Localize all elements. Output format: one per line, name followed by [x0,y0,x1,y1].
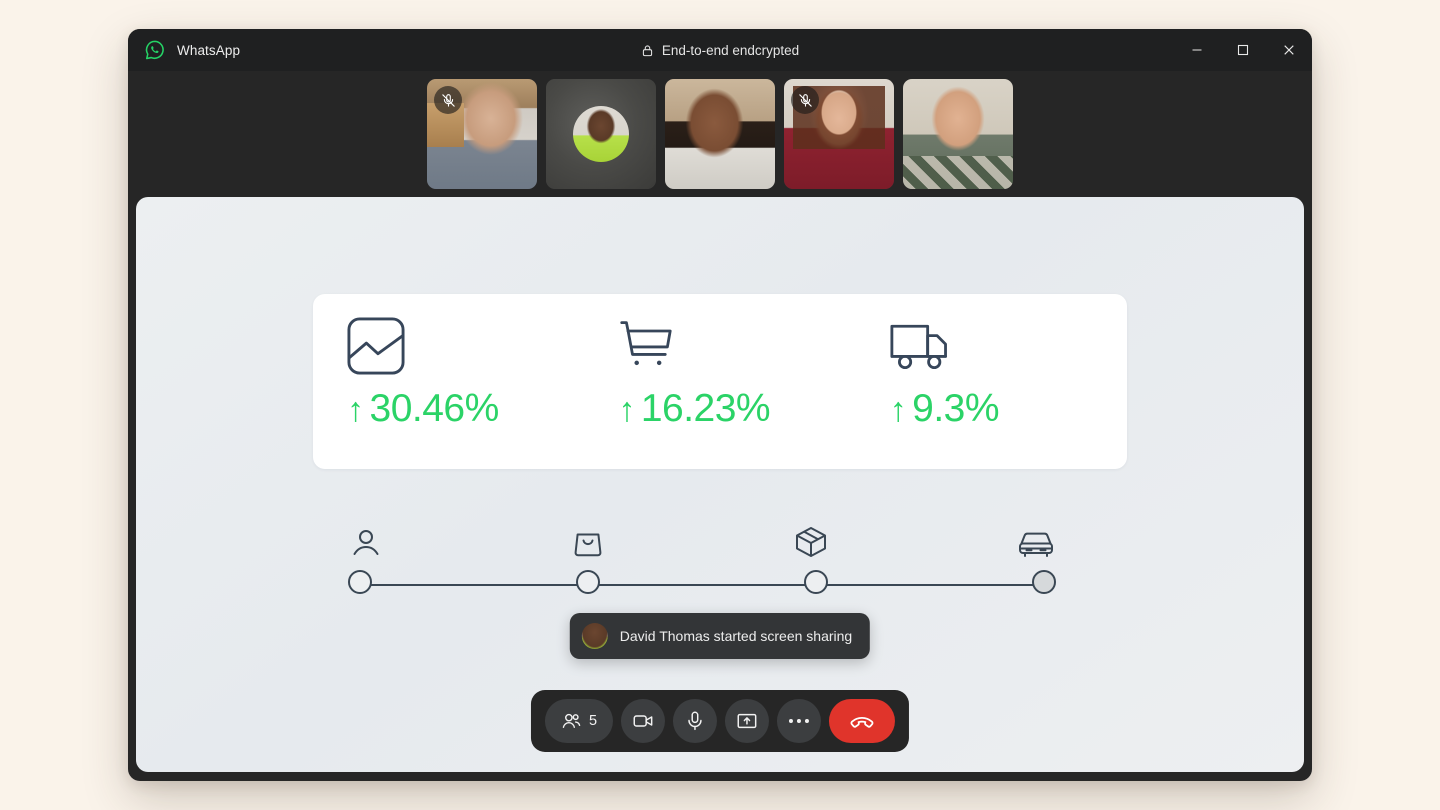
participant-thumbnail[interactable] [903,79,1013,189]
stats-card: ↑ 30.46% ↑ 16.23% ↑ 9.3% [313,294,1127,469]
timeline-step-dot[interactable] [1032,570,1056,594]
car-front-icon [1018,529,1054,559]
screen-share-button[interactable] [725,699,770,743]
mic-off-icon [434,86,462,114]
participant-thumbnail[interactable] [784,79,894,189]
people-icon [561,711,582,732]
participant-thumbnail-strip [128,71,1312,197]
maximize-button[interactable] [1220,29,1266,71]
camera-toggle-button[interactable] [621,699,666,743]
trend-up-arrow-icon: ↑ [347,391,364,429]
timeline-dots [348,570,1056,594]
participant-thumbnail[interactable] [427,79,537,189]
shopping-bag-icon [572,527,604,559]
minimize-icon [1191,44,1203,56]
whatsapp-call-window: WhatsApp End-to-end endcrypted ↑ 30.46% … [128,29,1312,781]
more-horizontal-icon [789,719,810,723]
participant-thumbnail[interactable] [665,79,775,189]
titlebar: WhatsApp End-to-end endcrypted [128,29,1312,71]
more-options-button[interactable] [777,699,822,743]
participant-thumbnail[interactable] [546,79,656,189]
stat-item: ↑ 9.3% [856,294,1127,469]
lock-icon [641,44,654,57]
shopping-cart-icon [618,317,855,379]
maximize-icon [1237,44,1249,56]
stat-value: ↑ 30.46% [347,387,499,430]
timeline-icons [348,515,1056,559]
participant-video [665,79,775,189]
end-call-button[interactable] [829,699,896,743]
stat-item: ↑ 30.46% [313,294,584,469]
avatar [581,623,608,649]
user-icon [350,527,382,559]
stat-item: ↑ 16.23% [584,294,855,469]
encryption-label: End-to-end endcrypted [661,42,800,58]
timeline-step-dot[interactable] [576,570,600,594]
microphone-icon [684,710,706,732]
close-button[interactable] [1266,29,1312,71]
mic-off-icon [791,86,819,114]
participants-button[interactable]: 5 [544,699,614,743]
delivery-truck-icon [890,317,1127,379]
screen-share-toast: David Thomas started screen sharing [569,613,871,659]
microphone-toggle-button[interactable] [673,699,718,743]
app-brand: WhatsApp [128,39,240,61]
close-icon [1283,44,1295,56]
call-controls: 5 [530,690,910,752]
participants-count: 5 [588,713,598,729]
whatsapp-logo-icon [144,39,166,61]
trend-up-arrow-icon: ↑ [618,391,635,429]
order-progress-timeline [348,515,1056,600]
encryption-indicator: End-to-end endcrypted [128,29,1312,71]
timeline-step-dot[interactable] [348,570,372,594]
shared-screen-surface[interactable]: ↑ 30.46% ↑ 16.23% ↑ 9.3% David Thomas st… [136,197,1304,772]
call-stage: ↑ 30.46% ↑ 16.23% ↑ 9.3% David Thomas st… [128,197,1312,781]
app-title: WhatsApp [177,42,241,58]
toast-message: David Thomas started screen sharing [619,628,853,644]
avatar [573,106,629,162]
window-controls [1174,29,1312,71]
minimize-button[interactable] [1174,29,1220,71]
image-chart-icon [347,317,584,379]
stat-value: ↑ 9.3% [889,387,1000,430]
video-camera-icon [632,710,654,732]
participant-video [903,79,1013,189]
screen-share-icon [736,710,758,732]
timeline-step-dot[interactable] [804,570,828,594]
timeline-track [348,570,1056,600]
stat-value: ↑ 16.23% [618,387,771,430]
trend-up-arrow-icon: ↑ [889,391,907,429]
end-call-icon [849,708,875,734]
package-box-icon [794,525,828,559]
